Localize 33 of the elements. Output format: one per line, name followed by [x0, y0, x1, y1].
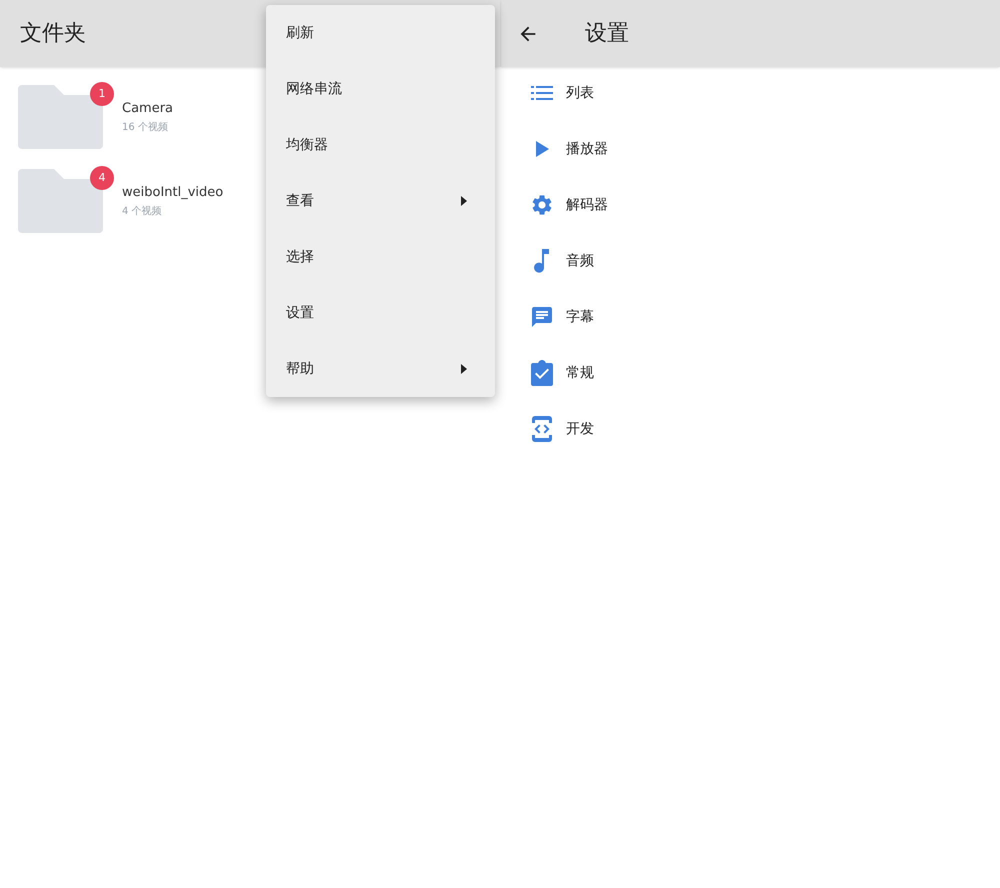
settings-item[interactable]: 常规	[500, 345, 1000, 401]
settings-item[interactable]: 字幕	[500, 289, 1000, 345]
settings-item[interactable]: 解码器	[500, 177, 1000, 233]
menu-item[interactable]: 查看	[266, 173, 495, 229]
menu-item[interactable]: 选择	[266, 229, 495, 285]
submenu-arrow-icon	[461, 364, 467, 374]
count-badge: 4	[90, 166, 114, 190]
settings-item[interactable]: 音频	[500, 233, 1000, 289]
folder-icon	[18, 85, 103, 149]
app-bar-title: 设置	[585, 20, 629, 48]
video-count: 16 个视频	[122, 120, 169, 136]
menu-item[interactable]: 帮助	[266, 341, 495, 397]
menu-item[interactable]: 刷新	[266, 5, 495, 61]
message-icon	[530, 305, 554, 329]
folder-name: weiboIntl_video	[122, 184, 224, 202]
settings-item[interactable]: 开发	[500, 401, 1000, 457]
settings-item[interactable]: 播放器	[500, 121, 1000, 177]
folder-name: Camera	[122, 100, 174, 118]
video-count: 4 个视频	[122, 204, 163, 220]
folder-icon	[18, 169, 103, 233]
count-badge: 1	[90, 82, 114, 106]
checklist-icon	[530, 360, 554, 386]
list-icon	[531, 85, 553, 101]
play-icon	[536, 141, 548, 157]
menu-item[interactable]: 设置	[266, 285, 495, 341]
menu-item[interactable]: 网络串流	[266, 61, 495, 117]
developer-mode-icon	[532, 416, 552, 442]
music-note-icon	[534, 249, 550, 273]
menu-item[interactable]: 均衡器	[266, 117, 495, 173]
submenu-arrow-icon	[461, 196, 467, 206]
settings-item[interactable]: 列表	[500, 65, 1000, 121]
app-bar-title: 文件夹	[20, 20, 86, 48]
settings-icon	[530, 193, 554, 217]
